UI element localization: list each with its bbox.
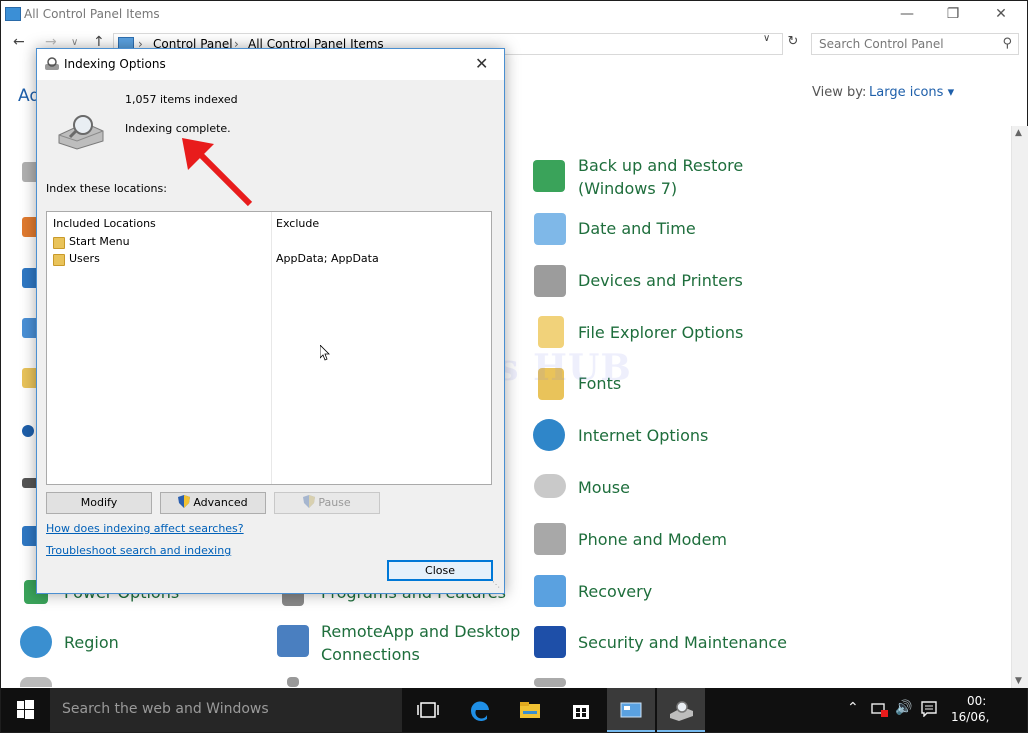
locations-label: Index these locations:: [46, 182, 167, 195]
cp-item-remoteapp[interactable]: RemoteApp and Desktop Connections: [321, 620, 520, 666]
folder-icon: [53, 254, 65, 266]
close-button[interactable]: Close: [387, 560, 493, 581]
cp-item-recovery[interactable]: Recovery: [578, 580, 652, 603]
taskbar: Search the web and Windows ⌃ 🔊 00: 16/06…: [1, 688, 1027, 732]
advanced-button[interactable]: Advanced: [160, 492, 266, 514]
cp-item-date-time[interactable]: Date and Time: [578, 217, 696, 240]
network-icon[interactable]: [871, 702, 889, 718]
phone-icon: [534, 523, 566, 555]
taskbar-search-placeholder: Search the web and Windows: [62, 701, 269, 717]
recent-dropdown-icon[interactable]: ∨: [71, 37, 78, 48]
backup-icon: [533, 160, 565, 192]
cp-item-security-maintenance[interactable]: Security and Maintenance: [578, 631, 787, 654]
cp-item-phone-modem[interactable]: Phone and Modem: [578, 528, 727, 551]
vertical-scrollbar[interactable]: ▲ ▼: [1011, 126, 1028, 688]
scroll-up-icon[interactable]: ▲: [1015, 128, 1022, 138]
view-by-label: View by:: [812, 85, 867, 100]
volume-icon[interactable]: 🔊: [895, 700, 912, 716]
minimize-button[interactable]: —: [885, 3, 929, 25]
folder-options-icon: [538, 316, 564, 348]
location-exclude: AppData; AppData: [276, 252, 379, 265]
cp-item-mouse[interactable]: Mouse: [578, 476, 630, 499]
search-control-panel-input[interactable]: Search Control Panel ⚲: [811, 33, 1019, 55]
cp-item-backup-restore[interactable]: Back up and Restore (Windows 7): [578, 154, 743, 200]
uac-shield-icon: [178, 495, 191, 508]
view-by-dropdown[interactable]: Large icons ▾: [869, 85, 954, 100]
partial-item-icon: [20, 677, 52, 687]
indexing-taskbar-icon[interactable]: [667, 696, 695, 724]
edge-browser-icon[interactable]: [466, 696, 494, 724]
pause-label: Pause: [318, 496, 351, 509]
flag-icon: [534, 626, 566, 658]
clock-time: 00:: [967, 694, 987, 708]
indexing-options-dialog: Indexing Options ✕ 1,057 items indexed I…: [36, 48, 505, 594]
remote-desktop-icon: [277, 625, 309, 657]
pause-button[interactable]: Pause: [274, 492, 380, 514]
windows-start-icon[interactable]: [1, 688, 49, 732]
partial-item-icon: [534, 678, 566, 687]
refresh-icon[interactable]: ↻: [784, 34, 802, 52]
region-globe-icon: [20, 626, 52, 658]
indexing-icon: [45, 57, 59, 70]
task-view-icon[interactable]: [414, 696, 442, 724]
indexing-status: Indexing complete.: [125, 122, 231, 135]
cp-item-region[interactable]: Region: [64, 631, 119, 654]
mouse-cursor-icon: [320, 345, 330, 361]
how-indexing-affects-link[interactable]: How does indexing affect searches?: [46, 522, 244, 535]
calendar-clock-icon: [534, 213, 566, 245]
locations-table[interactable]: Included Locations Exclude Start Menu Us…: [46, 211, 492, 485]
partial-item-icon: [22, 425, 34, 437]
recovery-icon: [534, 575, 566, 607]
dialog-titlebar: Indexing Options ✕: [37, 49, 504, 80]
col-header-exclude[interactable]: Exclude: [276, 217, 319, 230]
control-panel-app-icon: [5, 7, 21, 21]
close-label: Close: [425, 564, 455, 577]
troubleshoot-link[interactable]: Troubleshoot search and indexing: [46, 544, 231, 557]
advanced-label: Advanced: [193, 496, 248, 509]
maximize-button[interactable]: ❐: [931, 3, 975, 25]
cp-item-devices-printers[interactable]: Devices and Printers: [578, 269, 743, 292]
partial-item-icon: [287, 677, 299, 687]
location-users[interactable]: Users: [69, 252, 100, 265]
scroll-down-icon[interactable]: ▼: [1015, 676, 1022, 686]
col-header-included[interactable]: Included Locations: [53, 217, 156, 230]
location-start-menu[interactable]: Start Menu: [69, 235, 130, 248]
column-divider: [271, 212, 272, 484]
show-hidden-icons-icon[interactable]: ⌃: [847, 700, 859, 716]
search-placeholder: Search Control Panel: [819, 37, 944, 51]
indexing-status-icon: [58, 115, 104, 150]
printer-icon: [534, 265, 566, 297]
file-explorer-icon[interactable]: [516, 696, 544, 724]
folder-icon: [53, 237, 65, 249]
items-indexed-count: 1,057 items indexed: [125, 93, 238, 106]
taskbar-clock[interactable]: 00: 16/06,: [951, 693, 989, 725]
red-arrow-annotation: [182, 138, 253, 207]
uac-shield-icon: [303, 495, 316, 508]
dialog-close-icon[interactable]: ✕: [475, 54, 488, 73]
dialog-title: Indexing Options: [64, 57, 166, 71]
resize-grip-icon[interactable]: ⋱: [492, 580, 501, 589]
action-center-icon[interactable]: [921, 701, 937, 717]
back-arrow-icon[interactable]: ←: [13, 34, 25, 50]
modify-label: Modify: [80, 496, 118, 509]
control-panel-taskbar-icon[interactable]: [617, 696, 645, 724]
taskbar-search-box[interactable]: Search the web and Windows: [50, 688, 402, 732]
modify-button[interactable]: Modify: [46, 492, 152, 514]
clock-date: 16/06,: [951, 710, 990, 724]
cp-item-internet-options[interactable]: Internet Options: [578, 424, 708, 447]
window-title: All Control Panel Items: [24, 7, 160, 21]
address-dropdown-icon[interactable]: ∨: [763, 33, 770, 44]
globe-icon: [533, 419, 565, 451]
control-panel-titlebar: All Control Panel Items — ❐ ✕: [1, 1, 1027, 27]
search-icon: ⚲: [1002, 36, 1012, 51]
mouse-icon: [534, 474, 566, 498]
cp-item-file-explorer-options[interactable]: File Explorer Options: [578, 321, 743, 344]
close-window-button[interactable]: ✕: [979, 3, 1023, 25]
store-icon[interactable]: [567, 696, 595, 724]
